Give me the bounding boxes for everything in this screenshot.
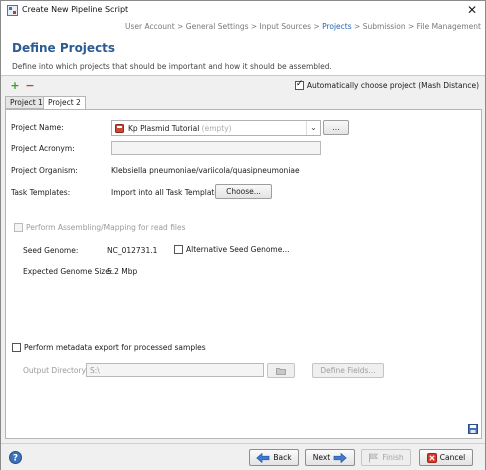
svg-text:?: ? — [13, 454, 18, 464]
project-acronym-field[interactable] — [111, 141, 321, 155]
chevron-down-icon[interactable]: ⌄ — [306, 121, 320, 135]
genome-size-label: Expected Genome Size: — [23, 267, 113, 276]
project-panel: Project Name: Kp Plasmid Tutorial (empty… — [5, 109, 482, 439]
project-acronym-label: Project Acronym: — [11, 144, 75, 153]
auto-choose-label: Automatically choose project (Mash Dista… — [306, 81, 479, 90]
alternative-seed-label: Alternative Seed Genome... — [186, 245, 290, 254]
breadcrumb-before: User Account > General Settings > Input … — [124, 22, 323, 31]
tab-project-2[interactable]: Project 2 — [43, 96, 86, 110]
output-directory-field[interactable]: S:\ — [86, 363, 264, 377]
app-icon — [7, 5, 18, 16]
project-name-label: Project Name: — [11, 123, 64, 132]
metadata-export-checkbox-box[interactable] — [12, 343, 21, 352]
cancel-button[interactable]: Cancel — [419, 449, 473, 466]
remove-project-icon[interactable]: − — [25, 80, 35, 91]
folder-icon — [276, 368, 286, 375]
metadata-export-checkbox[interactable]: Perform metadata export for processed sa… — [12, 343, 206, 352]
project-name-text: Kp Plasmid Tutorial — [128, 124, 200, 133]
finish-button[interactable]: Finish — [361, 449, 411, 466]
page-title: Define Projects — [12, 41, 116, 55]
auto-choose-checkbox-box[interactable] — [294, 79, 304, 90]
window-title: Create New Pipeline Script — [22, 5, 129, 14]
project-name-select[interactable]: Kp Plasmid Tutorial (empty) ⌄ — [111, 120, 321, 136]
breadcrumb-after: > Submission > File Management — [351, 22, 481, 31]
title-bar: Create New Pipeline Script ✕ — [1, 1, 485, 20]
next-arrow-icon — [333, 452, 347, 463]
cancel-icon — [426, 452, 437, 463]
cancel-label: Cancel — [439, 453, 466, 462]
wizard-button-bar: ? Back Next Finish Cancel — [1, 443, 485, 470]
tab-project-1[interactable]: Project 1 — [5, 96, 48, 109]
browse-folder-button[interactable] — [267, 363, 295, 378]
assembling-checkbox[interactable]: Perform Assembling/Mapping for read file… — [14, 223, 186, 232]
task-templates-label: Task Templates: — [11, 188, 71, 197]
browse-project-button[interactable]: ... — [323, 120, 349, 135]
seed-genome-value: NC_012731.1 — [107, 246, 158, 255]
assembling-label: Perform Assembling/Mapping for read file… — [26, 223, 186, 232]
seed-genome-label: Seed Genome: — [23, 246, 79, 255]
project-name-suffix: (empty) — [201, 124, 232, 133]
alternative-seed-checkbox-box[interactable] — [174, 245, 183, 254]
task-templates-value: Import into all Task Templates — [111, 188, 223, 197]
project-organism-value: Klebsiella pneumoniae/variicola/quasipne… — [111, 166, 300, 175]
dialog-window: Create New Pipeline Script ✕ User Accoun… — [0, 0, 486, 470]
wizard-header: User Account > General Settings > Input … — [1, 20, 485, 76]
project-organism-label: Project Organism: — [11, 166, 78, 175]
metadata-export-label: Perform metadata export for processed sa… — [24, 343, 206, 352]
breadcrumb: User Account > General Settings > Input … — [125, 22, 481, 31]
close-icon[interactable]: ✕ — [467, 3, 477, 17]
alternative-seed-genome-checkbox[interactable]: Alternative Seed Genome... — [174, 245, 290, 254]
add-project-icon[interactable]: + — [10, 80, 20, 91]
back-arrow-icon — [256, 452, 270, 463]
auto-choose-project-checkbox[interactable]: Automatically choose project (Mash Dista… — [294, 79, 479, 90]
back-button[interactable]: Back — [249, 449, 299, 466]
genome-size-value: 5.2 Mbp — [107, 267, 138, 276]
save-icon[interactable] — [468, 424, 478, 434]
project-name-value: Kp Plasmid Tutorial (empty) — [128, 124, 232, 133]
next-button[interactable]: Next — [305, 449, 355, 466]
output-directory-value: S:\ — [90, 366, 100, 375]
choose-templates-button[interactable]: Choose... — [215, 184, 272, 199]
finish-flag-icon — [369, 453, 379, 462]
next-label: Next — [312, 453, 331, 462]
breadcrumb-active-step: Projects — [322, 22, 352, 31]
define-fields-button[interactable]: Define Fields... — [312, 363, 384, 378]
back-label: Back — [273, 453, 292, 462]
help-icon[interactable]: ? — [9, 451, 22, 464]
finish-label: Finish — [382, 453, 404, 462]
output-directory-label: Output Directory: — [23, 366, 88, 375]
project-icon — [115, 124, 124, 133]
page-description: Define into which projects that should b… — [12, 62, 332, 71]
assembling-checkbox-box[interactable] — [14, 223, 23, 232]
